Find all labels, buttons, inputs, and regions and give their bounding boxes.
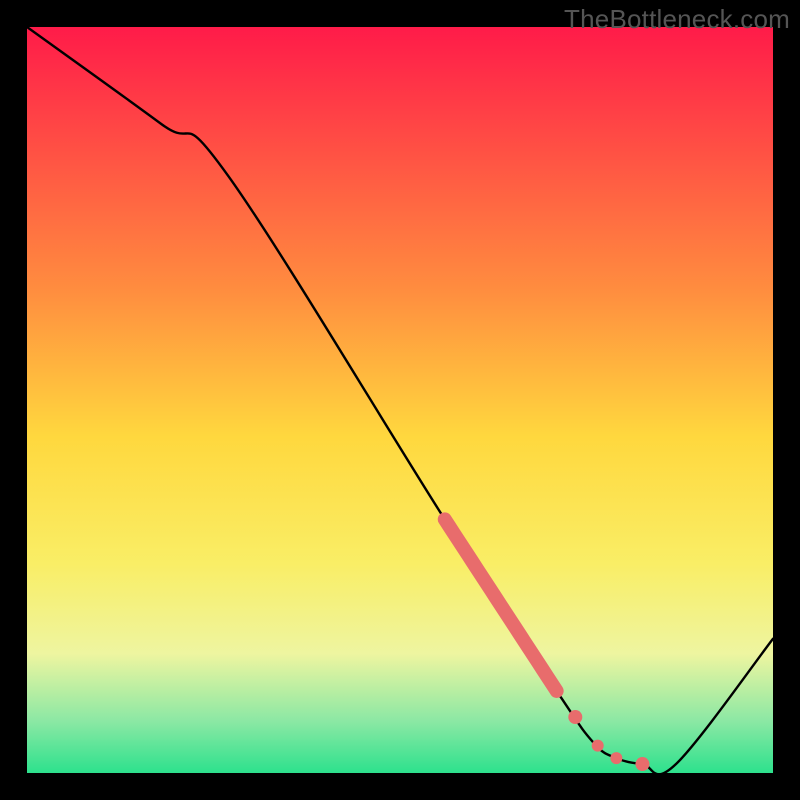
highlight-dot (610, 752, 622, 764)
plot-area (27, 27, 773, 773)
highlight-dot (592, 740, 604, 752)
chart-frame: TheBottleneck.com (0, 0, 800, 800)
chart-svg (27, 27, 773, 773)
highlight-dot (635, 757, 649, 771)
gradient-background (27, 27, 773, 773)
highlight-dot (568, 710, 582, 724)
watermark-label: TheBottleneck.com (564, 4, 790, 35)
